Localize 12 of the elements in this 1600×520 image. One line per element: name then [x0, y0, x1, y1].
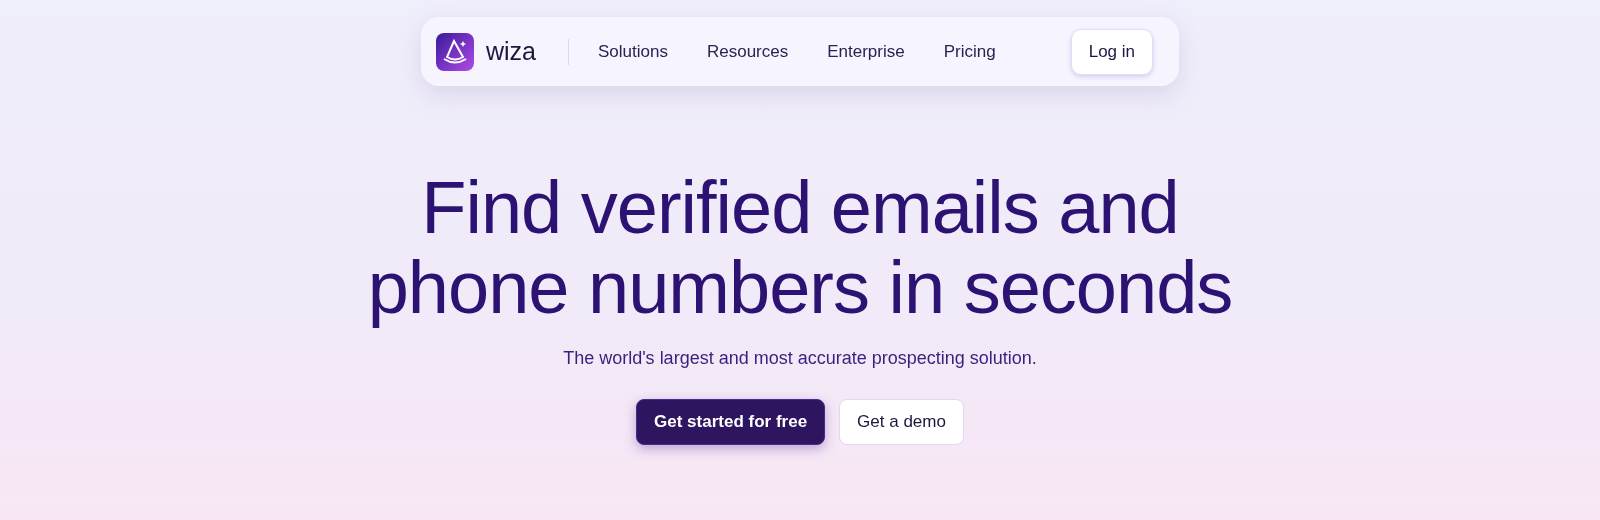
nav-link[interactable]: Solutions [598, 41, 668, 62]
hero-heading: phone numbers in seconds [367, 248, 1233, 328]
hero-subtitle: The world's largest and most accurate prospecting solution. [563, 348, 1037, 369]
logo-icon[interactable] [436, 32, 474, 71]
get-started-button[interactable]: Get started for free [636, 399, 826, 445]
brand-name[interactable]: wiza [486, 37, 536, 66]
nav-link[interactable]: Pricing [943, 41, 996, 62]
login-button[interactable]: Log in [1070, 28, 1153, 75]
nav-link[interactable]: Resources [706, 41, 789, 62]
nav-link[interactable]: Enterprise [827, 41, 905, 62]
hero-heading: Find verified emails and [421, 168, 1179, 248]
demo-button[interactable]: Get a demo [839, 399, 964, 445]
